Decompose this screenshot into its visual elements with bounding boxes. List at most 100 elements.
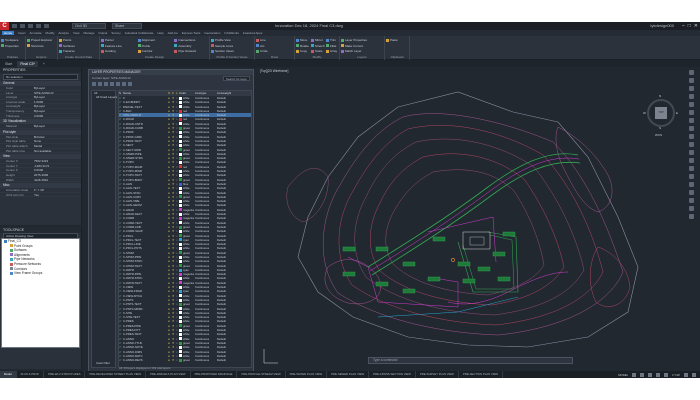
ribbon-button-layer-properties[interactable]: Layer Properties <box>341 38 367 42</box>
ribbon-button-surfaces[interactable]: Surfaces <box>59 44 75 48</box>
layout-tab-plan-prof[interactable]: PLAN & PROF <box>17 371 45 378</box>
doc-tab-final-c3[interactable]: Final C3* <box>17 60 38 67</box>
ribbon-button-parcel[interactable]: Parcel <box>101 38 114 42</box>
property-value[interactable]: Yes <box>34 193 81 197</box>
layout-tab-pre-wl3-structures[interactable]: PRE-WL3 STRUCTURES <box>44 371 86 378</box>
ribbon-button-assembly[interactable]: Assembly <box>174 44 191 48</box>
drawing-viewport[interactable]: [Top][2D Wireframe] TOP N S W E WCS Type… <box>258 67 685 371</box>
property-row[interactable]: Material ByLayer <box>0 124 81 129</box>
ribbon-tab-help[interactable]: Help <box>157 31 163 35</box>
layer-lineweight[interactable]: Default <box>217 358 231 362</box>
property-value[interactable]: 4118.4523 <box>34 178 81 182</box>
share-button[interactable]: Share <box>112 23 142 29</box>
layer-search-input[interactable]: Search for layer <box>222 75 250 81</box>
property-row[interactable]: Thickness 0.0000 <box>0 114 81 119</box>
new-vp-frozen-layer-icon[interactable] <box>116 82 120 86</box>
layer-color[interactable]: green <box>179 358 195 362</box>
delete-layer-icon[interactable] <box>122 82 126 86</box>
property-row[interactable]: UCS icon On Yes <box>0 193 81 198</box>
redo-icon[interactable] <box>44 24 49 28</box>
property-value[interactable]: ByLayer <box>34 95 81 99</box>
layer-linetype[interactable]: Continuous <box>195 358 217 362</box>
ribbon-button-shortcuts[interactable]: Shortcuts <box>27 44 44 48</box>
zoom-all-icon[interactable] <box>688 142 694 147</box>
ribbon-button-copy[interactable]: Copy <box>296 49 307 53</box>
wcs-menu[interactable]: WCS <box>655 133 662 137</box>
ribbon-button-fillet[interactable]: Fillet <box>326 44 336 48</box>
osnap-icon[interactable] <box>664 372 669 377</box>
property-value[interactable]: 0.0000 <box>34 168 81 172</box>
ribbon-button-stretch[interactable]: Stretch <box>311 44 325 48</box>
showmotion-icon[interactable] <box>688 94 694 99</box>
property-value[interactable]: None <box>34 139 81 143</box>
ribbon-button-intersections[interactable]: Intersections <box>174 38 195 42</box>
property-value[interactable]: ByLayer <box>34 104 81 108</box>
steering-wheel-icon[interactable] <box>688 102 694 107</box>
workspace-select[interactable]: Civil 3D <box>72 23 106 29</box>
layout-tab-pre-proposed-drainage[interactable]: PRE-PROPOSED DRAINAGE <box>191 371 238 378</box>
ribbon-button-feature-line[interactable]: Feature Line <box>101 44 122 48</box>
ribbon-tab-view[interactable]: View <box>73 31 79 35</box>
polar-icon[interactable] <box>656 372 661 377</box>
ribbon-button-points[interactable]: Points <box>59 38 71 42</box>
property-value[interactable]: 2075.4906 <box>34 173 81 177</box>
viewport-label[interactable]: [Top][2D Wireframe] <box>260 69 288 73</box>
layout-tab-pre-developed-street-plan-view[interactable]: PRE-DEVELOPED STREET PLAN VIEW <box>85 371 147 378</box>
layout-tab-model[interactable]: Model <box>0 371 17 378</box>
layer-name[interactable]: C-ANNO-REVS <box>123 358 167 362</box>
layout-tab-pre-section-plan-view[interactable]: PRE-SECTION PLAN VIEW <box>459 371 504 378</box>
ribbon-button-sample-lines[interactable]: Sample Lines <box>211 44 233 48</box>
ribbon-button-toolspace[interactable]: Toolspace <box>1 38 19 42</box>
property-value[interactable]: SITE-ANNO-R <box>34 91 81 95</box>
property-value[interactable]: 1" = 40' <box>34 188 81 192</box>
layout-tab-pre-cross-section-view[interactable]: PRE-CROSS SECTION VIEW <box>369 371 416 378</box>
settings-icon[interactable] <box>684 372 688 377</box>
zoom-previous-icon[interactable] <box>688 126 694 131</box>
ribbon-button-properties[interactable]: Properties <box>1 44 19 48</box>
ribbon-tab-infraworks[interactable]: InfraWorks <box>224 31 238 35</box>
property-value[interactable]: ByLayer <box>34 109 81 113</box>
layer-row[interactable]: ▱ C-ANNO-REVS ● ☀ ▪ green Continuous Default <box>119 358 251 362</box>
maximize-icon[interactable]: □ <box>688 22 691 30</box>
zoom-center-icon[interactable] <box>688 166 694 171</box>
zoom-object-icon[interactable] <box>688 174 694 179</box>
ribbon-button-arc[interactable]: Arc <box>256 44 265 48</box>
app-logo[interactable]: C <box>0 22 9 30</box>
ribbon-tab-home[interactable]: Home <box>2 31 15 35</box>
ribbon-button-profile[interactable]: Profile <box>137 44 150 48</box>
ribbon-button-paste[interactable]: Paste <box>386 38 398 42</box>
layer-states-icon[interactable] <box>104 82 108 86</box>
zoom-window-icon[interactable] <box>688 118 694 123</box>
zoom-out-icon[interactable] <box>688 190 694 195</box>
new-file-icon[interactable] <box>12 24 17 28</box>
layout-tab-pre-sewer-plan-view[interactable]: PRE-SEWER PLAN VIEW <box>327 371 370 378</box>
zoom-scale-icon[interactable] <box>688 158 694 163</box>
ribbon-button-corridor[interactable]: Corridor <box>137 49 153 53</box>
ribbon-tab-add-ins[interactable]: Add-ins <box>168 31 178 35</box>
grid-icon[interactable] <box>632 372 637 377</box>
ribbon-button-array[interactable]: Array <box>326 49 337 53</box>
ribbon-tab-featured-apps[interactable]: Featured Apps <box>243 31 263 35</box>
ortho-icon[interactable] <box>648 372 653 377</box>
ribbon-tab-express-tools[interactable]: Express Tools <box>182 31 201 35</box>
ribbon-tab-survey[interactable]: Survey <box>111 31 120 35</box>
ribbon-button-trim[interactable]: Trim <box>326 38 336 42</box>
viewcube[interactable]: TOP <box>655 107 667 119</box>
doc-tab-start[interactable]: Start <box>2 61 15 67</box>
property-value[interactable]: ByColor <box>34 135 81 139</box>
minimize-icon[interactable]: – <box>682 22 685 30</box>
user-name[interactable]: tykdesign000 <box>650 22 674 30</box>
layout-tab-pre-water-plan-view[interactable]: PRE-WATER PLAN VIEW <box>286 371 328 378</box>
set-current-icon[interactable] <box>128 82 132 86</box>
ribbon-button-grading[interactable]: Grading <box>101 49 116 53</box>
property-value[interactable]: ByLayer <box>34 86 81 90</box>
ribbon-button-traverse[interactable]: Traverse <box>59 49 75 53</box>
property-value[interactable]: Model <box>34 144 81 148</box>
ribbon-button-circle[interactable]: Circle <box>256 49 268 53</box>
ribbon-tab-modify[interactable]: Modify <box>46 31 55 35</box>
orbit-icon[interactable] <box>688 86 694 91</box>
ribbon-tab-annotate[interactable]: Annotate <box>30 31 42 35</box>
layout-tab-pre-profile-stream-view[interactable]: PRE-PROFILE-STREAM VIEW <box>237 371 286 378</box>
save-icon[interactable] <box>28 24 33 28</box>
property-value[interactable]: Not available <box>34 149 81 153</box>
